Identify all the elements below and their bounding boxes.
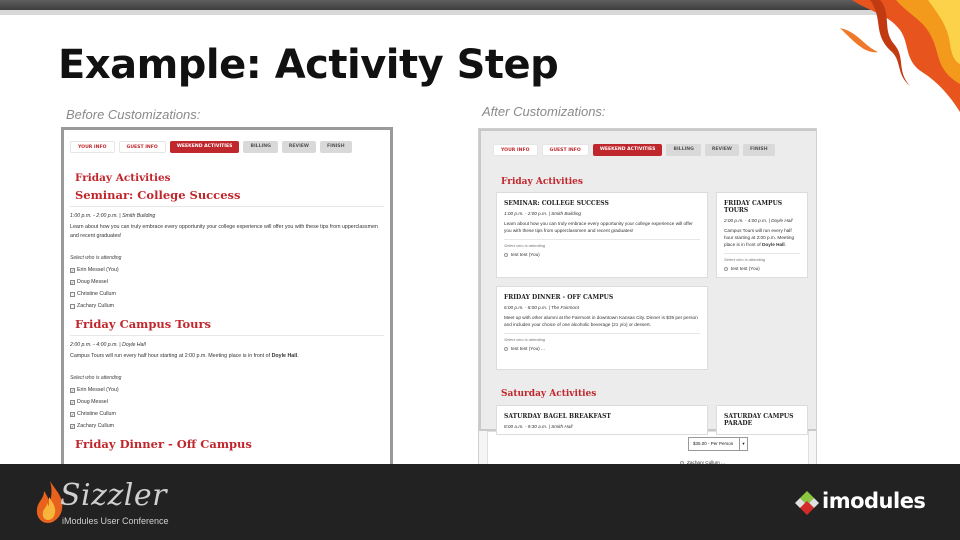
checkbox-icon[interactable]	[70, 303, 75, 309]
attendee-checkbox[interactable]: ✓ Zachary Cullum	[70, 423, 384, 429]
day-heading: Saturday Activities	[501, 389, 597, 399]
select-attendees-label: Select who is attending	[70, 375, 122, 381]
tab-billing[interactable]: BILLING	[243, 141, 278, 153]
tab-finish[interactable]: FINISH	[320, 141, 352, 153]
attendee-checkbox[interactable]: ✓ Christine Cullum	[70, 411, 384, 417]
step-tabs: YOUR INFO GUEST INFO WEEKEND ACTIVITIES …	[493, 144, 775, 156]
checkbox-checked-icon[interactable]: ✓	[70, 267, 75, 273]
checkbox-checked-icon[interactable]: ✓	[70, 411, 75, 417]
event-title: Friday Campus Tours	[75, 317, 212, 331]
attendee-checkbox[interactable]: ✓ Doug Messel	[70, 279, 384, 285]
attendee-radio[interactable]: test test (You) ...	[504, 346, 700, 351]
after-screenshot: $35.00 - Per Person ▼ Zachary Cullum ... …	[478, 128, 817, 482]
card-title: Friday Campus Tours	[724, 200, 783, 214]
chevron-down-icon: ▼	[739, 438, 747, 450]
activities-page: YOUR INFO GUEST INFO WEEKEND ACTIVITIES …	[479, 129, 816, 435]
tab-billing[interactable]: BILLING	[666, 144, 701, 156]
activity-card: Seminar: College Success 1:00 p.m. - 2:0…	[496, 192, 708, 278]
tab-weekend-activities[interactable]: WEEKEND ACTIVITIES	[592, 144, 663, 156]
card-description: Learn about how you can truly embrace ev…	[504, 221, 693, 233]
activity-card: Friday Campus Tours 2:00 p.m. - 4:00 p.m…	[716, 192, 808, 278]
imodules-logo-text: imodules	[822, 489, 926, 513]
card-meta: 1:00 p.m. - 2:00 p.m. | Smith Building	[504, 211, 582, 216]
divider	[504, 333, 700, 334]
checkbox-checked-icon[interactable]: ✓	[70, 387, 75, 393]
checkbox-checked-icon[interactable]: ✓	[70, 423, 75, 429]
step-tabs: YOUR INFO GUEST INFO WEEKEND ACTIVITIES …	[70, 141, 352, 153]
activity-list: Friday Activities Seminar: College Succe…	[70, 172, 384, 451]
tab-guest-info[interactable]: GUEST INFO	[541, 144, 589, 156]
event-meta: 2:00 p.m. - 4:00 p.m. | Doyle Hall	[70, 342, 146, 348]
divider	[70, 206, 384, 207]
checkbox-checked-icon[interactable]: ✓	[70, 279, 75, 285]
before-caption: Before Customizations:	[66, 107, 201, 122]
flame-decoration-icon	[840, 0, 960, 112]
tab-finish[interactable]: FINISH	[743, 144, 775, 156]
before-screenshot: YOUR INFO GUEST INFO WEEKEND ACTIVITIES …	[61, 127, 393, 480]
sizzler-logo-text: Sizzler	[60, 478, 167, 513]
imodules-logo-icon	[795, 491, 819, 515]
event-title: Seminar: College Success	[75, 188, 241, 202]
tab-weekend-activities[interactable]: WEEKEND ACTIVITIES	[169, 141, 240, 153]
attendee-checkbox[interactable]: ✓ Erin Messel (You)	[70, 387, 384, 393]
tab-guest-info[interactable]: GUEST INFO	[118, 141, 166, 153]
radio-icon[interactable]	[724, 266, 728, 271]
attendee-checkbox[interactable]: ✓ Doug Messel	[70, 399, 384, 405]
card-meta: 2:00 p.m. - 4:00 p.m. | Doyle Hall	[724, 218, 793, 223]
attendee-radio[interactable]: test test (You)	[504, 252, 700, 257]
tab-your-info[interactable]: YOUR INFO	[70, 141, 115, 153]
radio-icon[interactable]	[504, 252, 508, 257]
card-title: Saturday Bagel Breakfast	[504, 413, 611, 420]
attendee-checkbox[interactable]: ✓ Erin Messel (You)	[70, 267, 384, 273]
divider	[70, 335, 384, 336]
radio-icon[interactable]	[504, 346, 508, 351]
card-description: Meet up with other alumni at the Fairmon…	[504, 315, 698, 327]
tab-review[interactable]: REVIEW	[704, 144, 739, 156]
event-meta: 1:00 p.m. - 2:00 p.m. | Smith Building	[70, 213, 156, 219]
event-description: Campus Tours will run every half hour st…	[70, 353, 299, 359]
after-caption: After Customizations:	[482, 104, 606, 119]
select-attendees-label: Select who is attending	[504, 243, 546, 248]
checkbox-checked-icon[interactable]: ✓	[70, 399, 75, 405]
event-description: Learn about how you can truly embrace ev…	[70, 224, 378, 239]
select-attendees-label: Select who is attending	[504, 337, 546, 342]
card-meta: 8:00 a.m. - 9:30 a.m. | Smith Hall	[504, 424, 573, 429]
activity-card: Saturday Campus Parade	[716, 405, 808, 435]
select-attendees-label: Select who is attending	[70, 255, 122, 261]
divider	[504, 239, 700, 240]
tab-review[interactable]: REVIEW	[281, 141, 316, 153]
slide-title: Example: Activity Step	[58, 42, 559, 88]
activity-card: Saturday Bagel Breakfast 8:00 a.m. - 9:3…	[496, 405, 708, 435]
checkbox-icon[interactable]	[70, 291, 75, 297]
card-title: Friday Dinner - Off Campus	[504, 294, 614, 301]
day-heading: Friday Activities	[501, 177, 583, 187]
card-meta: 6:00 p.m. - 8:00 p.m. | The Fairmont	[504, 305, 579, 310]
event-title: Friday Dinner - Off Campus	[75, 437, 252, 451]
price-select[interactable]: $35.00 - Per Person ▼	[688, 437, 748, 451]
attendee-checkbox[interactable]: Christine Cullum	[70, 291, 384, 297]
card-description: Campus Tours will run every half hour st…	[724, 228, 795, 247]
select-attendees-label: Select who is attending	[724, 257, 766, 262]
card-title: Seminar: College Success	[504, 200, 609, 207]
attendee-checkbox[interactable]: Zachary Cullum	[70, 303, 384, 309]
activity-card: Friday Dinner - Off Campus 6:00 p.m. - 8…	[496, 286, 708, 370]
divider	[724, 253, 800, 254]
sizzler-subtitle: iModules User Conference	[62, 516, 169, 526]
card-title: Saturday Campus Parade	[724, 413, 794, 427]
tab-your-info[interactable]: YOUR INFO	[493, 144, 538, 156]
day-heading: Friday Activities	[75, 172, 171, 184]
attendee-radio[interactable]: test test (You)	[724, 266, 800, 271]
